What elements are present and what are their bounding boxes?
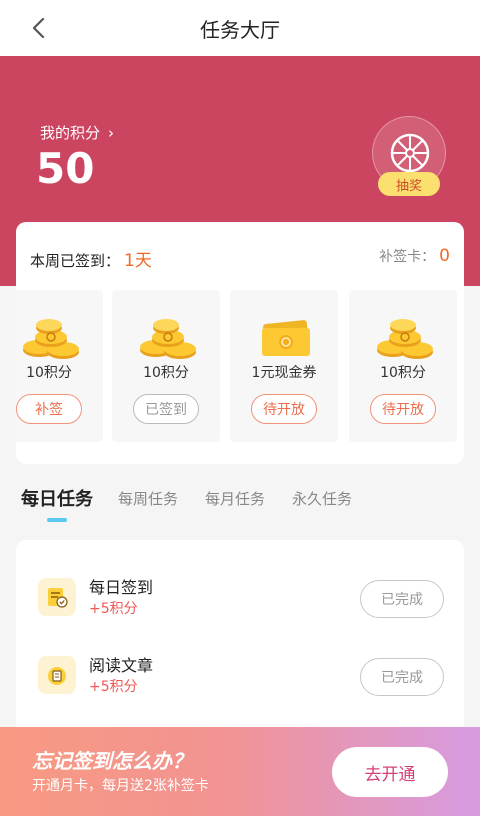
tab-weekly[interactable]: 每周任务 bbox=[118, 488, 178, 509]
top-bar: 任务大厅 bbox=[0, 0, 480, 56]
signin-day: 10积分 已签到 bbox=[112, 290, 220, 442]
day-reward-label: 10积分 bbox=[380, 365, 426, 381]
list-item: 每日签到 +5积分 已完成 bbox=[16, 562, 464, 642]
makeup-signin-button[interactable]: 补签 bbox=[16, 394, 82, 424]
signin-day: 10积分 待开放 bbox=[349, 290, 457, 442]
coins-icon bbox=[140, 319, 196, 359]
tab-monthly[interactable]: 每月任务 bbox=[205, 488, 265, 509]
day-reward-label: 1元现金券 bbox=[251, 365, 317, 381]
read-article-icon bbox=[38, 656, 76, 694]
page-title: 任务大厅 bbox=[200, 17, 280, 42]
signin-day: 1元现金券 待开放 bbox=[230, 290, 338, 442]
signin-day: 10积分 补签 bbox=[16, 290, 103, 442]
promo-subtitle: 开通月卡，每月送2张补签卡 bbox=[32, 778, 209, 794]
day-reward-label: 10积分 bbox=[143, 365, 189, 381]
task-tabs: 每日任务 每周任务 每月任务 永久任务 bbox=[0, 480, 480, 528]
checkin-calendar-icon bbox=[38, 578, 76, 616]
list-item: 阅读文章 +5积分 已完成 bbox=[16, 640, 464, 720]
week-signed-label: 本周已签到： bbox=[30, 252, 121, 270]
makeup-card-count: 0 bbox=[439, 246, 450, 266]
task-name: 每日签到 bbox=[89, 578, 154, 597]
lottery-label[interactable]: 抽奖 bbox=[378, 172, 440, 196]
tab-indicator bbox=[47, 518, 67, 522]
day-reward-label: 10积分 bbox=[26, 365, 72, 381]
tab-daily[interactable]: 每日任务 bbox=[21, 485, 93, 511]
coins-icon bbox=[377, 319, 433, 359]
makeup-card-label: 补签卡： bbox=[379, 249, 436, 265]
pending-button[interactable]: 待开放 bbox=[251, 394, 317, 424]
points-value: 50 bbox=[36, 144, 95, 193]
back-icon[interactable] bbox=[26, 15, 52, 41]
prize-wheel-icon bbox=[390, 133, 430, 173]
my-points-label: 我的积分 bbox=[40, 124, 101, 142]
activate-button[interactable]: 去开通 bbox=[332, 747, 448, 797]
pending-button[interactable]: 待开放 bbox=[370, 394, 436, 424]
coins-icon bbox=[23, 319, 79, 359]
my-points-link[interactable]: 我的积分 › bbox=[40, 122, 114, 143]
week-signed-info: 本周已签到： 1天 bbox=[30, 246, 152, 271]
task-status-button[interactable]: 已完成 bbox=[360, 658, 444, 696]
task-reward: +5积分 bbox=[89, 601, 138, 617]
makeup-card-info: 补签卡： 0 bbox=[379, 246, 450, 266]
weekly-signin-card: 本周已签到： 1天 补签卡： 0 10积分 补签 10积分 已签到 1元现金券 … bbox=[16, 222, 464, 464]
task-name: 阅读文章 bbox=[89, 656, 154, 675]
promo-title: 忘记签到怎么办？ bbox=[32, 749, 192, 773]
monthly-card-promo-banner: 忘记签到怎么办？ 开通月卡，每月送2张补签卡 去开通 bbox=[0, 727, 480, 816]
tab-permanent[interactable]: 永久任务 bbox=[292, 488, 352, 509]
task-reward: +5积分 bbox=[89, 679, 138, 695]
task-status-button[interactable]: 已完成 bbox=[360, 580, 444, 618]
signed-button[interactable]: 已签到 bbox=[133, 394, 199, 424]
chevron-right-icon: › bbox=[108, 123, 115, 142]
week-signed-value: 1天 bbox=[124, 251, 152, 271]
cash-voucher-icon bbox=[262, 320, 310, 356]
